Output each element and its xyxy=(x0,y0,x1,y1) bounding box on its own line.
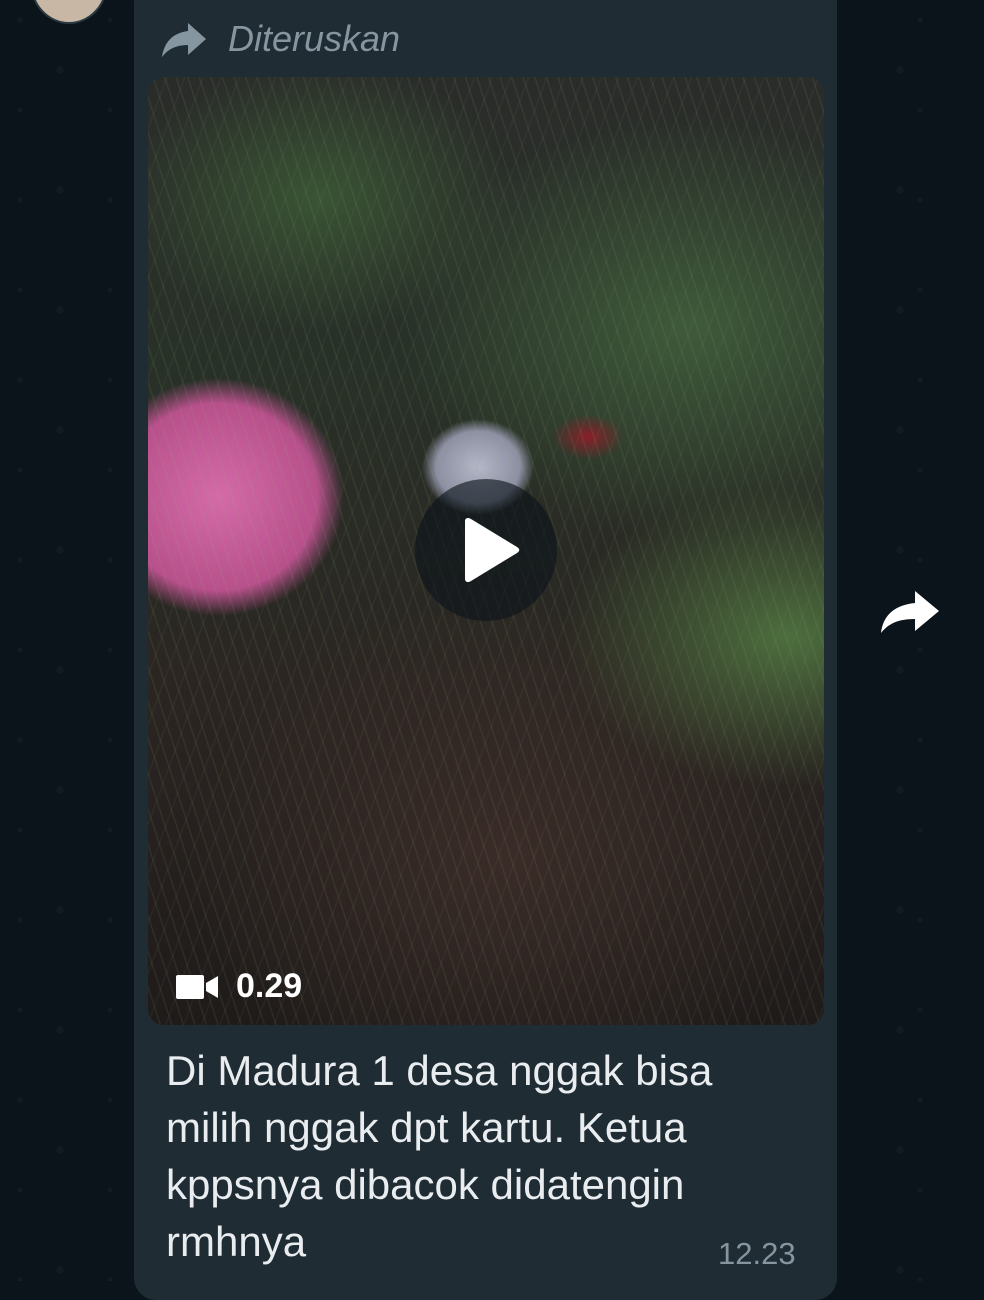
play-icon xyxy=(465,517,520,583)
video-camera-icon xyxy=(176,974,218,999)
forward-arrow-icon xyxy=(162,23,206,57)
video-duration: 0.29 xyxy=(176,967,302,1006)
share-forward-icon xyxy=(881,591,939,633)
message-caption: Di Madura 1 desa nggak bisa milih nggak … xyxy=(166,1047,713,1265)
play-button[interactable] xyxy=(415,479,557,621)
forwarded-label: Diteruskan xyxy=(228,18,401,59)
video-duration-text: 0.29 xyxy=(236,967,303,1005)
forwarded-indicator: Diteruskan xyxy=(160,14,400,64)
video-thumbnail[interactable]: 0.29 xyxy=(148,77,824,1025)
forward-share-button[interactable] xyxy=(874,582,946,642)
message-timestamp: 12.23 xyxy=(718,1236,796,1271)
